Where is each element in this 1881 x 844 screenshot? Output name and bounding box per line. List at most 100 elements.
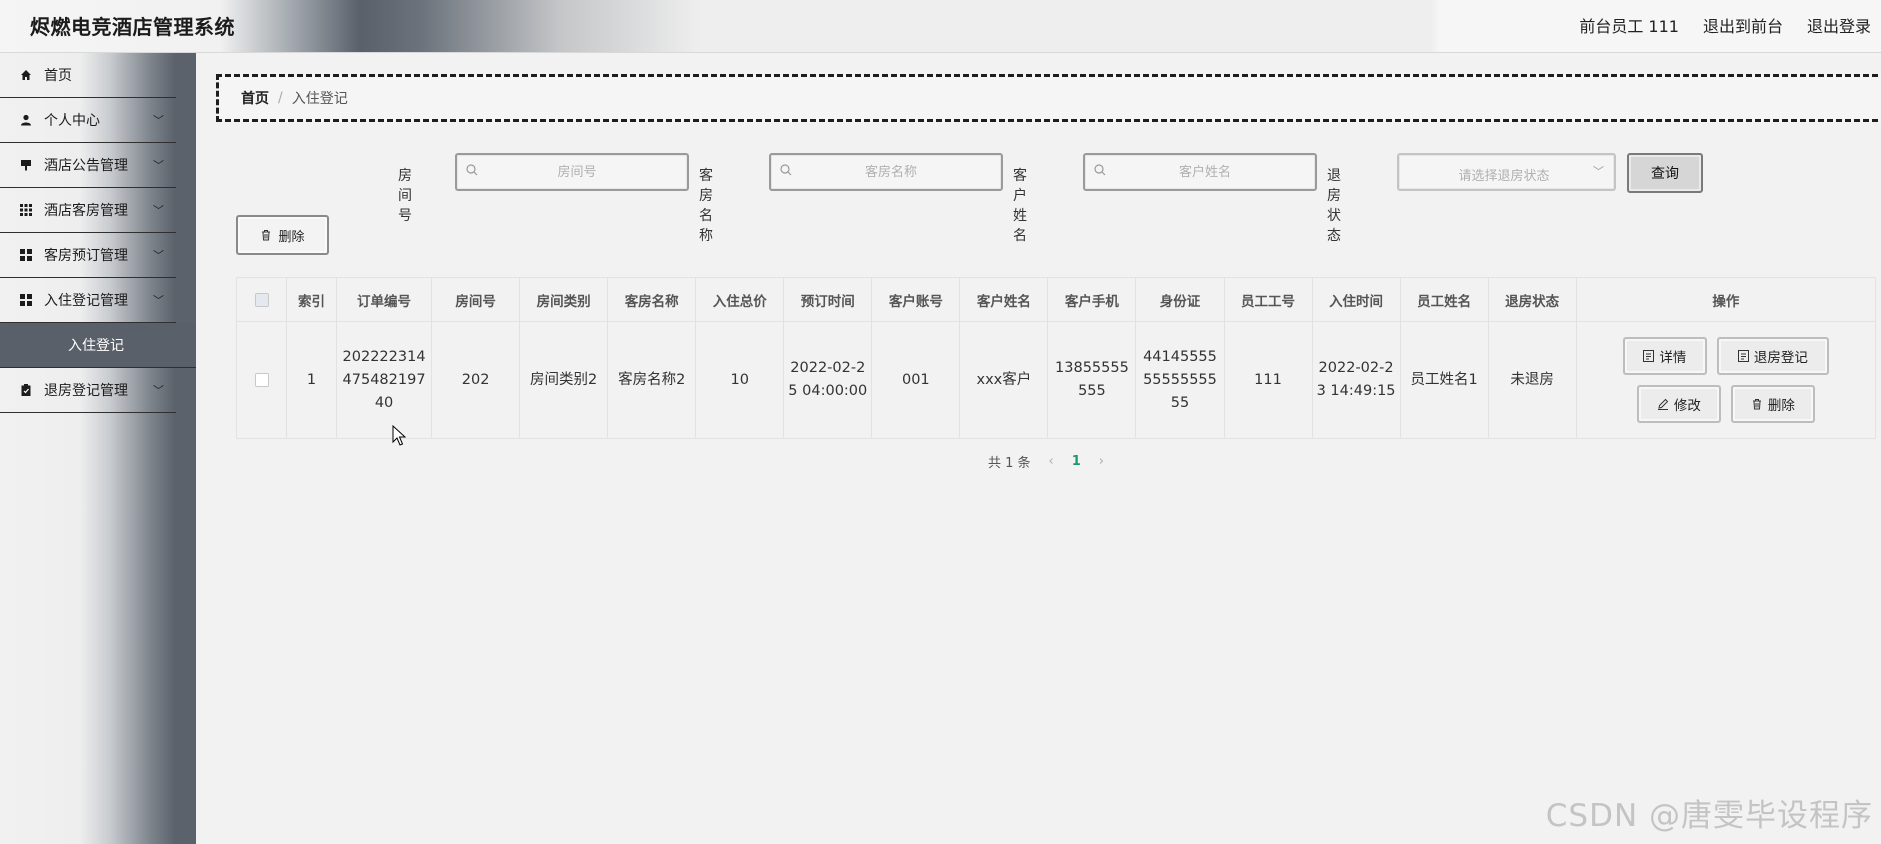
row-delete-button[interactable]: 删除 <box>1730 385 1815 423</box>
header-actions: 前台员工 111 退出到前台 退出登录 <box>1579 13 1871 37</box>
document-icon <box>1643 350 1655 362</box>
column-header: 预订时间 <box>783 277 873 322</box>
customer-name-field[interactable] <box>1083 153 1317 191</box>
edit-button[interactable]: 修改 <box>1636 385 1721 423</box>
bulk-delete-button[interactable]: 删除 <box>236 215 329 255</box>
top-header: 烬燃电竞酒店管理系统 前台员工 111 退出到前台 退出登录 <box>0 0 1881 53</box>
breadcrumb-separator: / <box>278 90 283 106</box>
cell-booking-time: 2022-02-25 04:00:00 <box>783 321 873 439</box>
column-header: 入住总价 <box>695 277 785 322</box>
pagination: 共 1 条 ‹ 1 › <box>988 452 1104 471</box>
chevron-down-icon: ﹀ <box>153 114 164 127</box>
column-header: 身份证 <box>1135 277 1225 322</box>
breadcrumb-current: 入住登记 <box>291 91 348 107</box>
watermark: CSDN @唐雯毕设程序 <box>1545 798 1873 834</box>
customer-name-input[interactable] <box>1115 155 1295 189</box>
trash-icon <box>262 230 271 241</box>
cell-checkin-time: 2022-02-23 14:49:15 <box>1311 321 1401 439</box>
search-icon <box>780 164 792 176</box>
apps-icon <box>20 249 32 261</box>
grid-icon <box>20 204 32 216</box>
cell-checkout-status: 未退房 <box>1487 321 1577 439</box>
cell-index: 1 <box>286 321 338 439</box>
checkout-register-button[interactable]: 退房登记 <box>1716 337 1829 375</box>
chevron-down-icon: ﹀ <box>153 204 164 217</box>
mouse-cursor-icon <box>392 425 406 446</box>
sidebar-item-personal-center[interactable]: 个人中心 ﹀ <box>0 98 176 143</box>
room-name-field[interactable] <box>769 153 1003 191</box>
row-select-cell[interactable] <box>235 321 288 439</box>
sidebar-item-checkout-management[interactable]: 退房登记管理 ﹀ <box>0 368 176 413</box>
breadcrumb-home-link[interactable]: 首页 <box>241 88 269 108</box>
sidebar-item-label: 酒店客房管理 <box>44 203 128 219</box>
column-header: 客户姓名 <box>959 277 1049 322</box>
sidebar-subitem-checkin[interactable]: 入住登记 <box>0 323 196 368</box>
sidebar-item-booking-management[interactable]: 客房预订管理 ﹀ <box>0 233 176 278</box>
table-row: 1 20222231447548219740 202 房间类别2 客房名称2 1… <box>235 321 1877 439</box>
chevron-down-icon: ﹀ <box>1593 165 1604 178</box>
sidebar-item-label: 客房预订管理 <box>44 248 128 264</box>
trash-icon <box>1752 399 1761 410</box>
room-name-input[interactable] <box>801 155 981 189</box>
row-checkbox[interactable] <box>254 372 269 387</box>
prev-page-icon[interactable]: ‹ <box>1049 454 1054 469</box>
cell-id-card: 441455555555555555 <box>1135 321 1225 439</box>
select-all-checkbox[interactable] <box>254 292 269 307</box>
checkout-status-label: 退房状态 <box>1327 168 1341 244</box>
checkout-status-placeholder: 请选择退房状态 <box>1458 169 1550 184</box>
sidebar-item-checkin-management[interactable]: 入住登记管理 ﹀ <box>0 278 176 323</box>
checkout-register-label: 退房登记 <box>1753 350 1808 366</box>
chevron-up-icon: ﹀ <box>153 294 164 307</box>
column-header: 员工姓名 <box>1399 277 1489 322</box>
cell-actions: 详情 退房登记 修改 删除 <box>1575 321 1877 439</box>
breadcrumb: 首页 / 入住登记 <box>216 74 1881 122</box>
customer-name-label: 客户姓名 <box>1013 168 1027 244</box>
sidebar: 首页 个人中心 ﹀ 酒店公告管理 ﹀ 酒店客房管理 ﹀ 客房预订管理 ﹀ 入住登… <box>0 53 196 844</box>
sidebar-item-label: 首页 <box>44 68 72 84</box>
detail-button[interactable]: 详情 <box>1622 337 1707 375</box>
pagination-total: 共 1 条 <box>988 456 1031 471</box>
edit-label: 修改 <box>1673 398 1701 414</box>
cell-customer-name: xxx客户 <box>959 321 1049 439</box>
document-icon <box>1737 350 1749 362</box>
chevron-down-icon: ﹀ <box>153 249 164 262</box>
room-no-input[interactable] <box>487 155 667 189</box>
column-header: 订单编号 <box>336 277 433 322</box>
room-no-field[interactable] <box>455 153 689 191</box>
sidebar-item-notice-management[interactable]: 酒店公告管理 ﹀ <box>0 143 176 188</box>
column-header: 退房状态 <box>1487 277 1577 322</box>
column-header: 客户账号 <box>871 277 961 322</box>
room-no-label: 房间号 <box>398 168 412 224</box>
sidebar-item-label: 退房登记管理 <box>44 383 128 399</box>
column-header: 房间类别 <box>519 277 609 322</box>
chevron-down-icon: ﹀ <box>153 384 164 397</box>
sidebar-item-home[interactable]: 首页 <box>0 53 176 98</box>
cell-staff-no: 111 <box>1223 321 1313 439</box>
home-icon <box>20 69 32 81</box>
room-name-label: 客房名称 <box>699 168 713 244</box>
clipboard-icon <box>20 384 32 396</box>
sidebar-item-room-management[interactable]: 酒店客房管理 ﹀ <box>0 188 176 233</box>
table-header-row: 索引 订单编号 房间号 房间类别 客房名称 入住总价 预订时间 客户账号 客户姓… <box>235 277 1877 322</box>
cell-order-no: 20222231447548219740 <box>336 321 433 439</box>
next-page-icon[interactable]: › <box>1099 454 1104 469</box>
app-title: 烬燃电竞酒店管理系统 <box>30 15 235 39</box>
exit-to-front-link[interactable]: 退出到前台 <box>1703 13 1783 37</box>
query-button[interactable]: 查询 <box>1627 153 1703 193</box>
cell-room-name: 客房名称2 <box>607 321 697 439</box>
cell-room-no: 202 <box>431 321 521 439</box>
sidebar-item-label: 酒店公告管理 <box>44 158 128 174</box>
bulk-delete-label: 删除 <box>278 229 305 245</box>
logout-link[interactable]: 退出登录 <box>1807 13 1871 37</box>
search-icon <box>1094 164 1106 176</box>
column-header: 入住时间 <box>1311 277 1401 322</box>
column-header: 索引 <box>286 277 338 322</box>
select-all-cell[interactable] <box>235 277 288 322</box>
cell-staff-name: 员工姓名1 <box>1399 321 1489 439</box>
cell-room-type: 房间类别2 <box>519 321 609 439</box>
apps-icon <box>20 294 32 306</box>
column-header: 房间号 <box>431 277 521 322</box>
page-number-current[interactable]: 1 <box>1072 454 1081 469</box>
checkout-status-select[interactable]: 请选择退房状态 ﹀ <box>1397 153 1616 191</box>
column-header: 客房名称 <box>607 277 697 322</box>
